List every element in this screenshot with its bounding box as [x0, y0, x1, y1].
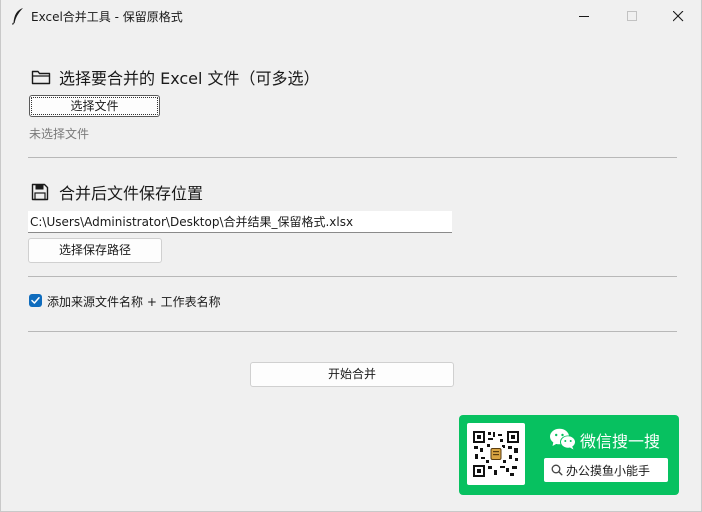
checkmark-icon — [31, 297, 40, 304]
minimize-button[interactable] — [561, 0, 607, 32]
select-files-heading: 选择要合并的 Excel 文件（可多选） — [31, 65, 320, 89]
divider — [28, 331, 677, 332]
feather-icon — [11, 7, 25, 25]
choose-save-path-button[interactable]: 选择保存路径 — [28, 238, 162, 263]
search-icon — [551, 464, 563, 476]
divider — [28, 276, 677, 277]
qr-code — [467, 423, 525, 485]
save-location-title: 合并后文件保存位置 — [59, 184, 204, 203]
wechat-search-card[interactable]: 微信搜一搜 办公摸鱼小能手 — [459, 415, 679, 495]
save-path-input[interactable]: C:\Users\Administrator\Desktop\合并结果_保留格式… — [28, 211, 452, 233]
start-merge-button[interactable]: 开始合并 — [250, 362, 454, 387]
window-title: Excel合并工具 - 保留原格式 — [31, 10, 183, 24]
app-window: Excel合并工具 - 保留原格式 选择要合并的 Excel 文件（可多选） 选… — [0, 0, 702, 512]
selected-files-status: 未选择文件 — [29, 127, 90, 141]
maximize-button[interactable] — [609, 0, 655, 32]
save-location-heading: 合并后文件保存位置 — [31, 180, 203, 204]
minimize-icon — [579, 16, 589, 17]
choose-files-button[interactable]: 选择文件 — [29, 95, 160, 117]
qr-code-icon — [472, 430, 520, 478]
close-button[interactable] — [655, 0, 701, 32]
wechat-search-box[interactable]: 办公摸鱼小能手 — [544, 458, 668, 482]
divider — [28, 157, 677, 158]
close-icon — [673, 11, 684, 22]
select-files-title: 选择要合并的 Excel 文件（可多选） — [59, 69, 320, 88]
wechat-search-title: 微信搜一搜 — [580, 432, 661, 451]
wechat-icon — [549, 427, 577, 451]
title-bar[interactable]: Excel合并工具 - 保留原格式 — [1, 0, 701, 32]
add-source-checkbox[interactable] — [29, 294, 42, 307]
wechat-search-text: 办公摸鱼小能手 — [566, 464, 651, 478]
maximize-icon — [627, 11, 637, 21]
folder-icon — [31, 68, 51, 86]
add-source-label[interactable]: 添加来源文件名称 + 工作表名称 — [47, 293, 221, 310]
floppy-disk-icon — [31, 183, 51, 201]
